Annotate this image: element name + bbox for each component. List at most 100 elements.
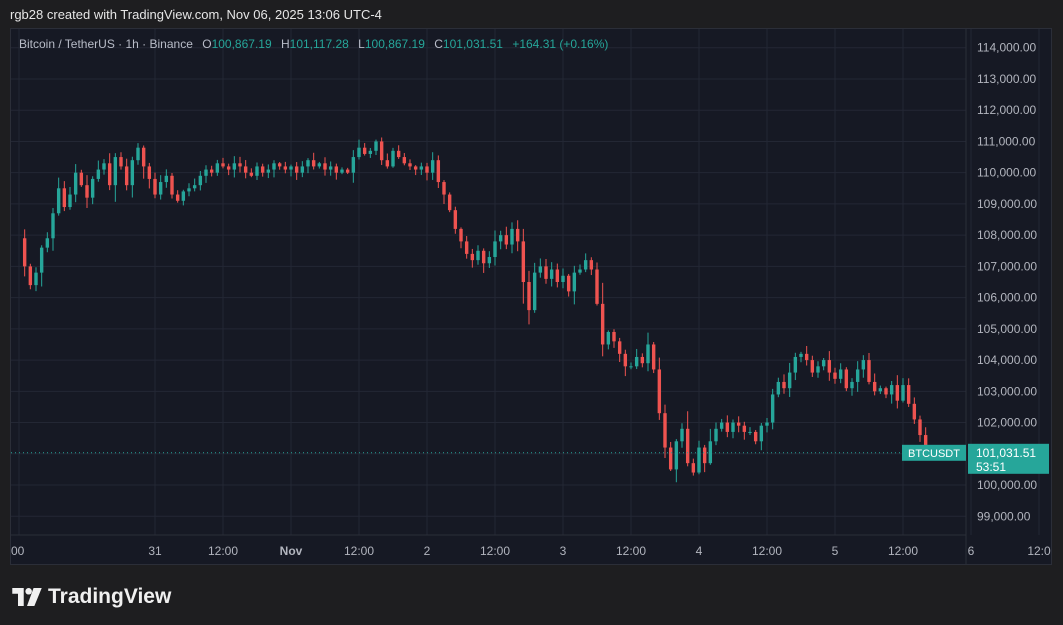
candle xyxy=(209,165,214,177)
candle-body xyxy=(816,366,820,373)
candle-body xyxy=(578,269,582,273)
candle-body xyxy=(204,169,208,176)
candle xyxy=(884,386,888,399)
candle xyxy=(130,156,135,198)
candle xyxy=(657,357,662,420)
x-tick-label: 12:00 xyxy=(616,544,646,558)
candle xyxy=(362,143,367,156)
candle xyxy=(901,378,905,403)
candle xyxy=(889,381,894,404)
candle-body xyxy=(56,188,61,214)
candle-body xyxy=(674,441,679,470)
candle xyxy=(629,362,633,370)
candle xyxy=(799,351,803,363)
candle-body xyxy=(544,266,548,279)
low-key: L xyxy=(358,37,365,51)
candle-body xyxy=(221,163,225,167)
candle-body xyxy=(300,166,305,173)
candle-body xyxy=(130,160,135,186)
candle-body xyxy=(289,166,293,170)
candle xyxy=(634,348,639,370)
candle xyxy=(391,147,395,168)
candle xyxy=(640,353,645,368)
x-tick-label: 12:00 xyxy=(752,544,782,558)
candle xyxy=(572,265,577,305)
candle-body xyxy=(838,369,843,379)
candle-body xyxy=(374,141,378,151)
candle-body xyxy=(612,331,616,342)
candle xyxy=(215,159,220,176)
candle-body xyxy=(572,272,577,292)
candle xyxy=(34,267,38,292)
candle-body xyxy=(164,175,169,183)
candle xyxy=(663,404,667,459)
candle-body xyxy=(861,360,866,370)
candle-body xyxy=(595,269,599,304)
candle-body xyxy=(215,163,220,173)
chart-frame[interactable]: 114,000.00 113,000.00 112,000.00 111,000.00… xyxy=(10,28,1052,565)
candle xyxy=(266,164,271,179)
low-value: 100,867.19 xyxy=(364,37,425,51)
candle xyxy=(153,172,157,199)
candle xyxy=(289,164,293,177)
candle-body xyxy=(606,331,611,345)
candle xyxy=(396,145,401,159)
candle-body xyxy=(294,166,299,173)
candle xyxy=(651,341,656,374)
x-tick-label: 12:00 xyxy=(480,544,510,558)
candle xyxy=(317,161,322,169)
candle-body xyxy=(141,147,146,167)
y-tick-label: 113,000.00 xyxy=(977,72,1036,86)
candle-body xyxy=(260,166,265,173)
candle-body xyxy=(85,185,89,198)
candle-body xyxy=(850,381,854,389)
y-tick-label: 107,000.00 xyxy=(977,259,1037,273)
candle-body xyxy=(787,372,792,389)
candle xyxy=(238,156,242,173)
candle-body xyxy=(493,241,497,258)
candle xyxy=(759,423,764,451)
candle xyxy=(175,190,180,203)
candle-body xyxy=(844,369,849,389)
y-tick-label: 100,000.00 xyxy=(977,478,1037,492)
candle-body xyxy=(175,194,180,201)
candle xyxy=(912,397,917,424)
candle xyxy=(674,439,679,483)
candle xyxy=(408,159,412,171)
candle xyxy=(306,158,310,174)
candle-body xyxy=(623,353,628,367)
candle xyxy=(328,161,333,176)
candle-body xyxy=(413,166,418,170)
candle xyxy=(827,351,832,381)
candle xyxy=(719,418,724,432)
candle-body xyxy=(470,253,475,261)
candle xyxy=(646,332,650,372)
tradingview-logo[interactable]: TradingView xyxy=(12,585,171,609)
candle-body xyxy=(430,160,435,173)
candle xyxy=(532,262,537,313)
candle xyxy=(96,160,101,182)
change-value: +164.31 (+0.16%) xyxy=(512,37,609,51)
symbol-label: Bitcoin / TetherUS · 1h · Binance xyxy=(19,37,193,51)
candle xyxy=(561,268,565,289)
candle-body xyxy=(770,394,775,423)
candle-body xyxy=(510,228,514,245)
candlestick-chart[interactable]: 114,000.00 113,000.00 112,000.00 111,000.00… xyxy=(11,29,1051,564)
candle-body xyxy=(833,372,837,379)
candle xyxy=(413,165,418,176)
candle xyxy=(878,385,883,394)
candle-body xyxy=(640,356,645,364)
candle-body xyxy=(906,385,911,404)
candle-body xyxy=(351,157,356,173)
candle xyxy=(844,367,849,392)
candle-body xyxy=(255,166,259,176)
candle-body xyxy=(566,275,571,292)
candle xyxy=(249,168,254,178)
candle-body xyxy=(62,188,67,208)
header-bar: rgb28 created with TradingView.com, Nov … xyxy=(0,0,1063,28)
y-tick-label: 105,000.00 xyxy=(977,322,1037,336)
candle-body xyxy=(340,169,344,173)
candle-body xyxy=(668,447,673,470)
y-tick-label: 114,000.00 xyxy=(977,41,1036,55)
candle-body xyxy=(209,169,214,173)
